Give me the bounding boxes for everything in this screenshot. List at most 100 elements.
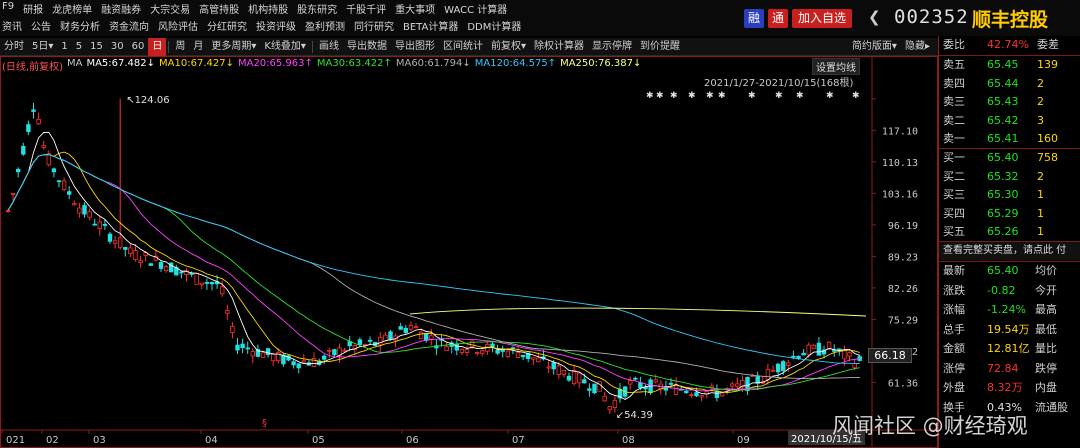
orderbook-level: 买一 xyxy=(943,151,965,164)
connect-button[interactable]: 通 xyxy=(768,9,789,28)
candle-body xyxy=(495,349,500,354)
menu-item[interactable]: F9 xyxy=(2,1,14,18)
candle-body xyxy=(179,271,184,274)
candle-body xyxy=(398,326,403,330)
candle-body xyxy=(464,349,470,353)
ma-line-ma5 xyxy=(7,131,860,401)
ma-value: MA120:64.575↑ xyxy=(474,58,557,69)
ma-value: MA30:63.422↑ xyxy=(316,58,392,69)
orderbook-volume: 2 xyxy=(1037,95,1044,108)
x-tick-label: 09 xyxy=(737,435,750,446)
candle-body xyxy=(383,334,388,342)
menu-item[interactable]: 财务分析 xyxy=(60,18,100,35)
toolbar-item[interactable]: 5日▾ xyxy=(28,38,57,56)
candle-body xyxy=(546,366,551,369)
menu-item[interactable]: 盈利预测 xyxy=(305,18,345,35)
menu-item[interactable]: 资讯 xyxy=(2,18,22,35)
menu-item[interactable]: 高管持股 xyxy=(199,1,239,18)
menu-item[interactable]: 重大事项 xyxy=(395,1,435,18)
stat-label: 最低 xyxy=(1035,322,1057,336)
toolbar-item[interactable]: K线叠加▾ xyxy=(260,38,310,56)
candle-body xyxy=(378,337,383,346)
candle-body xyxy=(388,331,393,340)
menu-item[interactable]: 龙虎榜单 xyxy=(52,1,92,18)
add-watchlist-button[interactable]: 加入自选 xyxy=(792,9,853,28)
stat-label: 涨停 xyxy=(943,361,965,375)
menu-item[interactable]: 分红研究 xyxy=(207,18,247,35)
chevron-left-icon[interactable]: ❮ xyxy=(868,8,881,26)
stat-row: 涨停 72.84 跌停 xyxy=(939,360,1080,378)
margin-button[interactable]: 融 xyxy=(744,9,765,28)
toolbar-item[interactable]: 画线 xyxy=(315,38,343,56)
candle-body xyxy=(189,272,194,275)
candle-body xyxy=(332,349,337,356)
stat-label: 涨跌 xyxy=(943,283,965,297)
candle-body xyxy=(209,281,215,285)
candle-body xyxy=(556,365,561,375)
menu-item[interactable]: 股东研究 xyxy=(297,1,337,18)
candle-body xyxy=(194,272,199,285)
candle-body xyxy=(250,351,255,357)
stat-label: 流通股 xyxy=(1035,400,1068,414)
toolbar-item[interactable]: 1 xyxy=(57,38,71,56)
candle-body xyxy=(811,344,816,349)
toolbar-item[interactable]: 区间统计 xyxy=(439,38,487,56)
stat-row: 总手 19.54万 最低 xyxy=(939,321,1080,339)
orderbook-volume: 3 xyxy=(1037,113,1044,127)
menu-item[interactable]: 研报 xyxy=(23,1,43,18)
candle-body xyxy=(77,207,82,214)
menu-item[interactable]: DDM计算器 xyxy=(467,18,521,35)
full-orderbook-link[interactable]: 查看完整买卖盘，请点此 付 xyxy=(939,242,1080,260)
menu-item[interactable]: BETA计算器 xyxy=(403,18,458,35)
toolbar-item[interactable]: 30 xyxy=(107,38,128,56)
x-tick-label: 08 xyxy=(622,435,635,446)
toolbar-item[interactable]: 导出图形 xyxy=(391,38,439,56)
candle-body xyxy=(490,343,495,348)
orderbook-row: 买三 65.30 1 xyxy=(939,186,1080,204)
menu-item[interactable]: 千股千评 xyxy=(346,1,386,18)
candle-body xyxy=(459,348,465,353)
stat-label: 总手 xyxy=(943,322,965,336)
toolbar-item[interactable]: 更多周期▾ xyxy=(207,38,260,56)
toolbar-item[interactable]: 周 xyxy=(171,38,189,56)
menu-item[interactable]: 投资评级 xyxy=(256,18,296,35)
stat-value: 65.40 xyxy=(987,264,1019,277)
orderbook-volume: 2 xyxy=(1037,169,1044,183)
toolbar-right-item[interactable]: 隐藏▸ xyxy=(901,38,934,56)
kline-chart[interactable]: 117.10110.13103.1696.1989.2382.2675.2968… xyxy=(0,56,938,448)
kline-svg[interactable]: 117.10110.13103.1696.1989.2382.2675.2968… xyxy=(0,56,938,448)
menu-item[interactable]: 大宗交易 xyxy=(150,1,190,18)
menu-item[interactable]: 同行研究 xyxy=(354,18,394,35)
toolbar-item[interactable]: 分时 xyxy=(0,38,28,56)
menu-item[interactable]: 资金流向 xyxy=(109,18,149,35)
candle-body xyxy=(357,339,363,345)
toolbar-item[interactable]: 日 xyxy=(148,37,167,56)
candle-body xyxy=(607,406,612,411)
x-tick-label: 04 xyxy=(205,435,218,446)
toolbar-item[interactable]: 月 xyxy=(189,38,207,56)
set-ma-button[interactable]: 设置均线 xyxy=(812,58,860,75)
toolbar-item[interactable]: 5 xyxy=(72,38,86,56)
toolbar-item[interactable]: 15 xyxy=(86,38,107,56)
candle-body xyxy=(61,180,67,191)
orderbook-row: 买二 65.32 2 xyxy=(939,168,1080,186)
candle-body xyxy=(107,233,113,242)
toolbar-item[interactable]: 60 xyxy=(128,38,149,56)
candle-body xyxy=(245,347,250,350)
ma-line-ma250 xyxy=(409,307,867,317)
toolbar-item[interactable]: 显示停牌 xyxy=(588,38,636,56)
menu-item[interactable]: 融资融券 xyxy=(101,1,141,18)
menu-item[interactable]: 风险评估 xyxy=(158,18,198,35)
toolbar-item[interactable]: 除权计算器 xyxy=(530,38,588,56)
menu-item[interactable]: 公告 xyxy=(31,18,51,35)
toolbar-item[interactable]: 导出数据 xyxy=(343,38,391,56)
menu-item[interactable]: 机构持股 xyxy=(248,1,288,18)
menu-item[interactable]: WACC 计算器 xyxy=(444,1,507,18)
toolbar-item[interactable]: 到价提醒 xyxy=(636,38,684,56)
candle-body xyxy=(102,223,108,226)
event-star: ✱ xyxy=(826,91,834,101)
menu-row-2: 资讯 公告 财务分析 资金流向 风险评估 分红研究 投资评级 盈利预测 同行研究 BETA计算器 D… xyxy=(2,18,521,35)
toolbar-right-item[interactable]: 简约版面▾ xyxy=(848,38,901,56)
orderbook-price: 65.43 xyxy=(987,95,1019,108)
toolbar-item[interactable]: 前复权▾ xyxy=(487,38,530,56)
